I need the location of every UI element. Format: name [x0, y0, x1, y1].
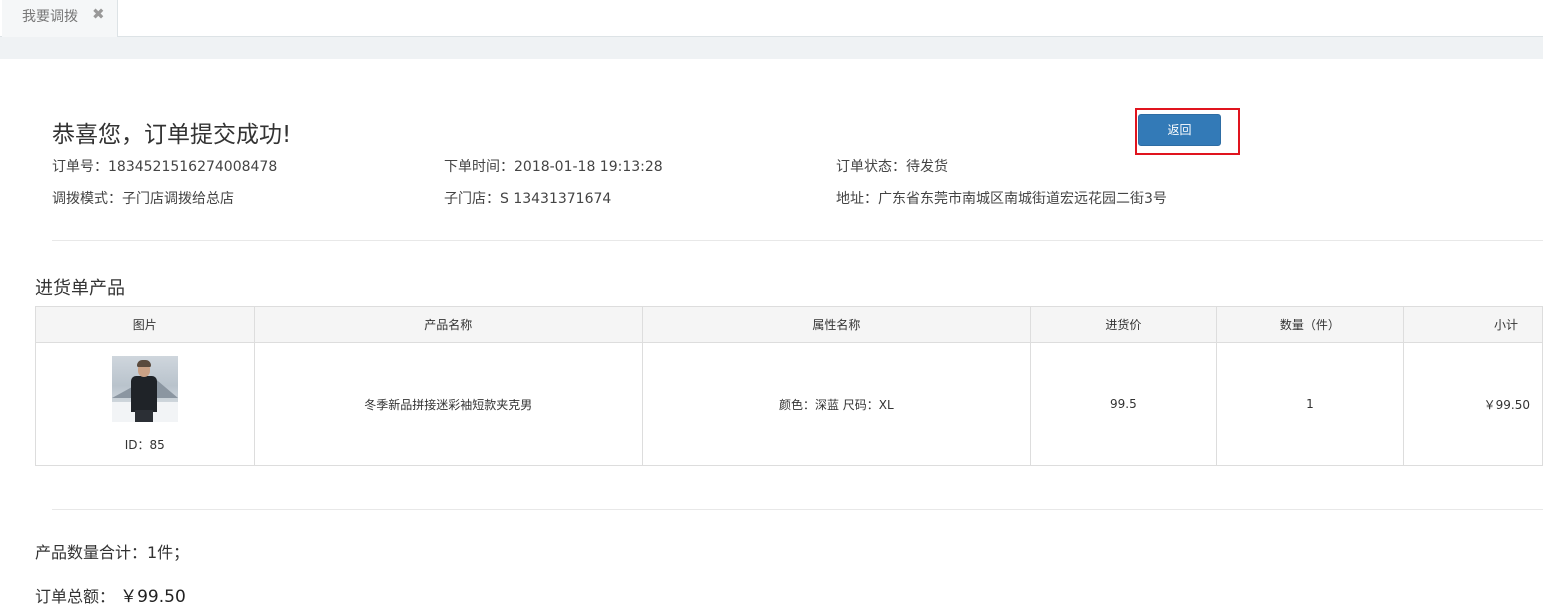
close-icon[interactable]: ✖ — [92, 5, 105, 23]
column-header-attributes: 属性名称 — [642, 306, 1031, 343]
sub-store: 子门店：S 13431371674 — [444, 191, 612, 207]
divider — [52, 509, 1543, 510]
tab-bar: 我要调拨 ✖ — [0, 0, 1543, 37]
tab-transfer[interactable]: 我要调拨 ✖ — [2, 0, 118, 37]
product-image-cell: ID：85 — [35, 342, 255, 466]
column-header-image: 图片 — [35, 306, 255, 343]
products-section-title: 进货单产品 — [35, 278, 125, 299]
transfer-mode: 调拨模式：子门店调拨给总店 — [52, 191, 234, 207]
order-total-value: ￥99.50 — [120, 587, 186, 607]
page-title: 恭喜您，订单提交成功! — [52, 122, 292, 148]
column-header-quantity: 数量（件） — [1216, 306, 1404, 343]
address: 地址：广东省东莞市南城区南城街道宏远花园二街3号 — [836, 191, 1167, 207]
order-number: 订单号：1834521516274008478 — [52, 159, 278, 175]
order-time: 下单时间：2018-01-18 19:13:28 — [444, 159, 663, 175]
column-header-purchase-price: 进货价 — [1029, 306, 1218, 343]
table-header-row: 图片 产品名称 属性名称 进货价 数量（件） 小计 — [35, 306, 1543, 343]
product-attributes: 颜色：深蓝 尺码：XL — [642, 342, 1031, 466]
product-quantity: 1 — [1216, 342, 1404, 466]
order-total: 订单总额： ￥99.50 — [35, 582, 186, 607]
product-id: ID：85 — [124, 437, 165, 452]
order-total-label: 订单总额： — [35, 587, 116, 606]
column-header-subtotal: 小计 — [1402, 306, 1543, 343]
back-button[interactable]: 返回 — [1138, 114, 1221, 146]
tab-label: 我要调拨 — [22, 9, 78, 25]
content-top-band — [0, 37, 1543, 59]
product-price: 99.5 — [1029, 342, 1218, 466]
total-quantity: 产品数量合计：1件； — [35, 543, 190, 562]
column-header-product-name: 产品名称 — [253, 306, 644, 343]
order-status: 订单状态：待发货 — [836, 159, 948, 175]
divider — [52, 240, 1543, 241]
products-table: 图片 产品名称 属性名称 进货价 数量（件） 小计 ID：85 冬季新品拼接迷彩… — [35, 306, 1543, 466]
product-subtotal: ￥99.50 — [1402, 342, 1543, 466]
product-name: 冬季新品拼接迷彩袖短款夹克男 — [253, 342, 644, 466]
table-row: ID：85 冬季新品拼接迷彩袖短款夹克男 颜色：深蓝 尺码：XL 99.5 1 … — [35, 342, 1543, 466]
product-photo[interactable] — [111, 355, 178, 422]
